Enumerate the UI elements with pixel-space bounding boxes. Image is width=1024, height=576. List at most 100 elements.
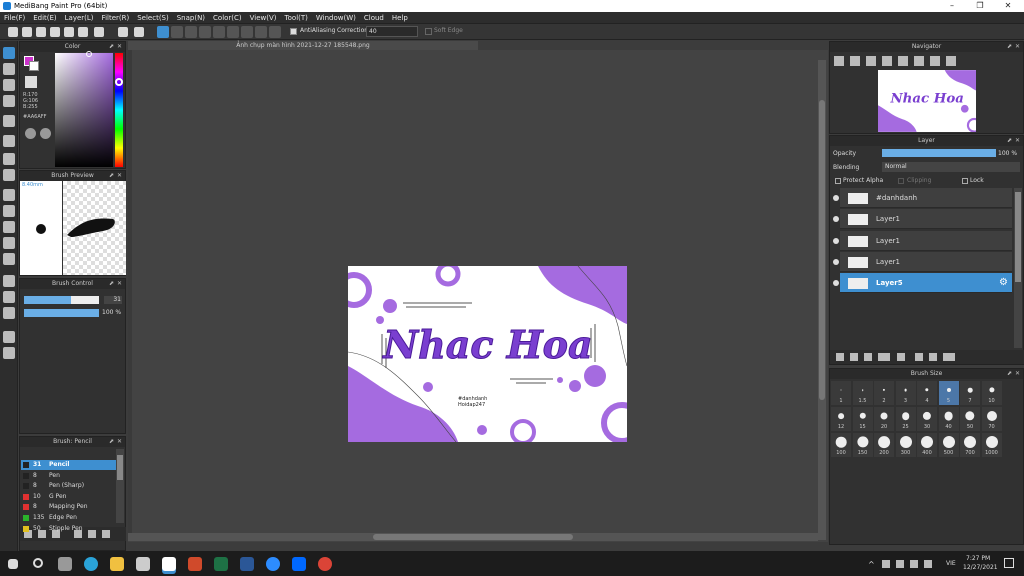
brush-size-option[interactable]: 200 [874,433,894,457]
clipping-checkbox[interactable] [898,178,904,184]
blending-select[interactable]: Normal [882,162,1020,172]
layer-row[interactable]: Layer1 [840,209,1012,230]
brush-size-option[interactable]: 300 [895,433,916,457]
new-file-icon[interactable] [22,27,32,37]
protect-alpha-checkbox[interactable] [835,178,841,184]
zoom-icon[interactable] [266,557,280,571]
brush-size-option[interactable]: 400 [917,433,937,457]
brush-size-option[interactable]: 1 [831,381,851,405]
new-layer-icon[interactable] [836,353,844,361]
eyedropper-tool-icon[interactable] [3,307,15,319]
cloud-icon[interactable] [8,27,18,37]
word-icon[interactable] [240,557,254,571]
text-tool-icon[interactable] [3,275,15,287]
export-icon[interactable] [64,27,74,37]
saturation-value-picker[interactable] [55,53,113,167]
brush-size-option[interactable]: 150 [852,433,873,457]
brush-size-option[interactable]: 12 [831,407,851,431]
layer-row[interactable]: Layer1 [840,230,1012,251]
fill-rect-tool-icon[interactable] [3,135,15,147]
close-icon[interactable]: ✕ [117,437,122,447]
close-icon[interactable]: ✕ [117,279,122,289]
popout-icon[interactable]: ⬈ [109,171,114,181]
close-button[interactable]: ✕ [994,0,1022,12]
menu-color[interactable]: Color(C) [209,12,246,24]
bucket-tool-icon[interactable] [3,153,15,165]
volume-icon[interactable] [924,560,932,568]
menu-select[interactable]: Select(S) [133,12,173,24]
brush-size-option[interactable]: 30 [917,407,937,431]
popout-icon[interactable]: ⬈ [1007,136,1012,146]
divide-tool-icon[interactable] [3,291,15,303]
brush-list-item[interactable]: 8 Pen [21,471,116,481]
document-tab[interactable]: Ảnh chụp màn hình 2021-12-27 185548.png [128,41,478,50]
layer-settings-gear-icon[interactable]: ⚙ [999,273,1008,293]
undo-icon[interactable] [118,27,128,37]
hue-slider[interactable] [115,53,123,167]
new-halftone-layer-icon[interactable] [850,353,858,361]
search-icon[interactable] [33,558,43,568]
layer-folder-icon[interactable] [897,353,905,361]
menu-snap[interactable]: Snap(N) [173,12,209,24]
wifi-icon[interactable] [910,560,918,568]
brush-list-item[interactable]: 50 Stipple Pen [21,524,116,534]
brush-list-item[interactable]: 8 Mapping Pen [21,502,116,512]
vertical-scrollbar[interactable] [818,60,826,540]
gradient-tool-icon[interactable] [3,169,15,181]
brush-list-item[interactable]: 10 G Pen [21,492,116,502]
duplicate-layer-icon[interactable] [915,353,923,361]
snap-circle-icon[interactable] [227,26,239,38]
lasso-tool-icon[interactable] [3,205,15,217]
brush-list-item[interactable]: 8 Pen (Sharp) [21,481,116,491]
layer-row[interactable]: #danhdanh [840,188,1012,208]
minimize-button[interactable]: – [938,0,966,12]
dot-tool-icon[interactable] [3,79,15,91]
new-8bit-layer-icon[interactable] [864,353,872,361]
brush-size-option[interactable]: 700 [960,433,980,457]
cloud-tray-icon[interactable] [896,560,904,568]
notification-icon[interactable] [1004,558,1014,568]
brush-size-option[interactable]: 1.5 [852,381,873,405]
popout-icon[interactable]: ⬈ [1007,42,1012,52]
menu-edit[interactable]: Edit(E) [29,12,60,24]
close-icon[interactable]: ✕ [117,171,122,181]
soft-edge-checkbox[interactable] [425,28,432,35]
zoom-in-icon[interactable] [834,56,844,66]
rotate-right-icon[interactable] [930,56,940,66]
brush-size-option[interactable]: 15 [852,407,873,431]
medibang-taskbar-icon[interactable] [162,557,176,571]
open-file-icon[interactable] [36,27,46,37]
show-hidden-icons-icon[interactable]: ^ [868,560,875,569]
hand-tool-icon[interactable] [3,347,15,359]
brush-size-option[interactable]: 2 [874,381,894,405]
correction-select[interactable]: 40 [366,26,418,37]
popout-icon[interactable]: ⬈ [109,279,114,289]
layer-scrollbar[interactable] [1014,188,1022,348]
powerpoint-icon[interactable] [188,557,202,571]
palette-icon[interactable] [25,128,36,139]
network-icon[interactable] [882,560,890,568]
snap-radial-icon[interactable] [213,26,225,38]
background-color-swatch[interactable] [29,61,39,71]
brush-tool-icon[interactable] [3,47,15,59]
zoom-out-icon[interactable] [850,56,860,66]
antialias-checkbox[interactable] [290,28,297,35]
brush-size-slider[interactable] [24,296,99,304]
save-icon[interactable] [50,27,60,37]
transparent-color-swatch[interactable] [25,76,37,88]
brush-size-option[interactable]: 50 [960,407,980,431]
chrome-icon[interactable] [318,557,332,571]
magic-wand-tool-icon[interactable] [3,221,15,233]
store-icon[interactable] [136,557,150,571]
merge-down-icon[interactable] [929,353,937,361]
close-icon[interactable]: ✕ [1015,42,1020,52]
menu-tool[interactable]: Tool(T) [281,12,312,24]
layer-row[interactable]: Layer5 ⚙ [840,273,1012,294]
language-indicator[interactable]: VIE [946,560,956,567]
snap-curve-icon[interactable] [241,26,253,38]
color-picker-icon[interactable] [40,128,51,139]
brush-size-option[interactable]: 4 [917,381,937,405]
layer-visibility-icon[interactable] [833,195,839,201]
brush-size-option[interactable]: 10 [981,381,1002,405]
snap-off-icon[interactable] [157,26,169,38]
